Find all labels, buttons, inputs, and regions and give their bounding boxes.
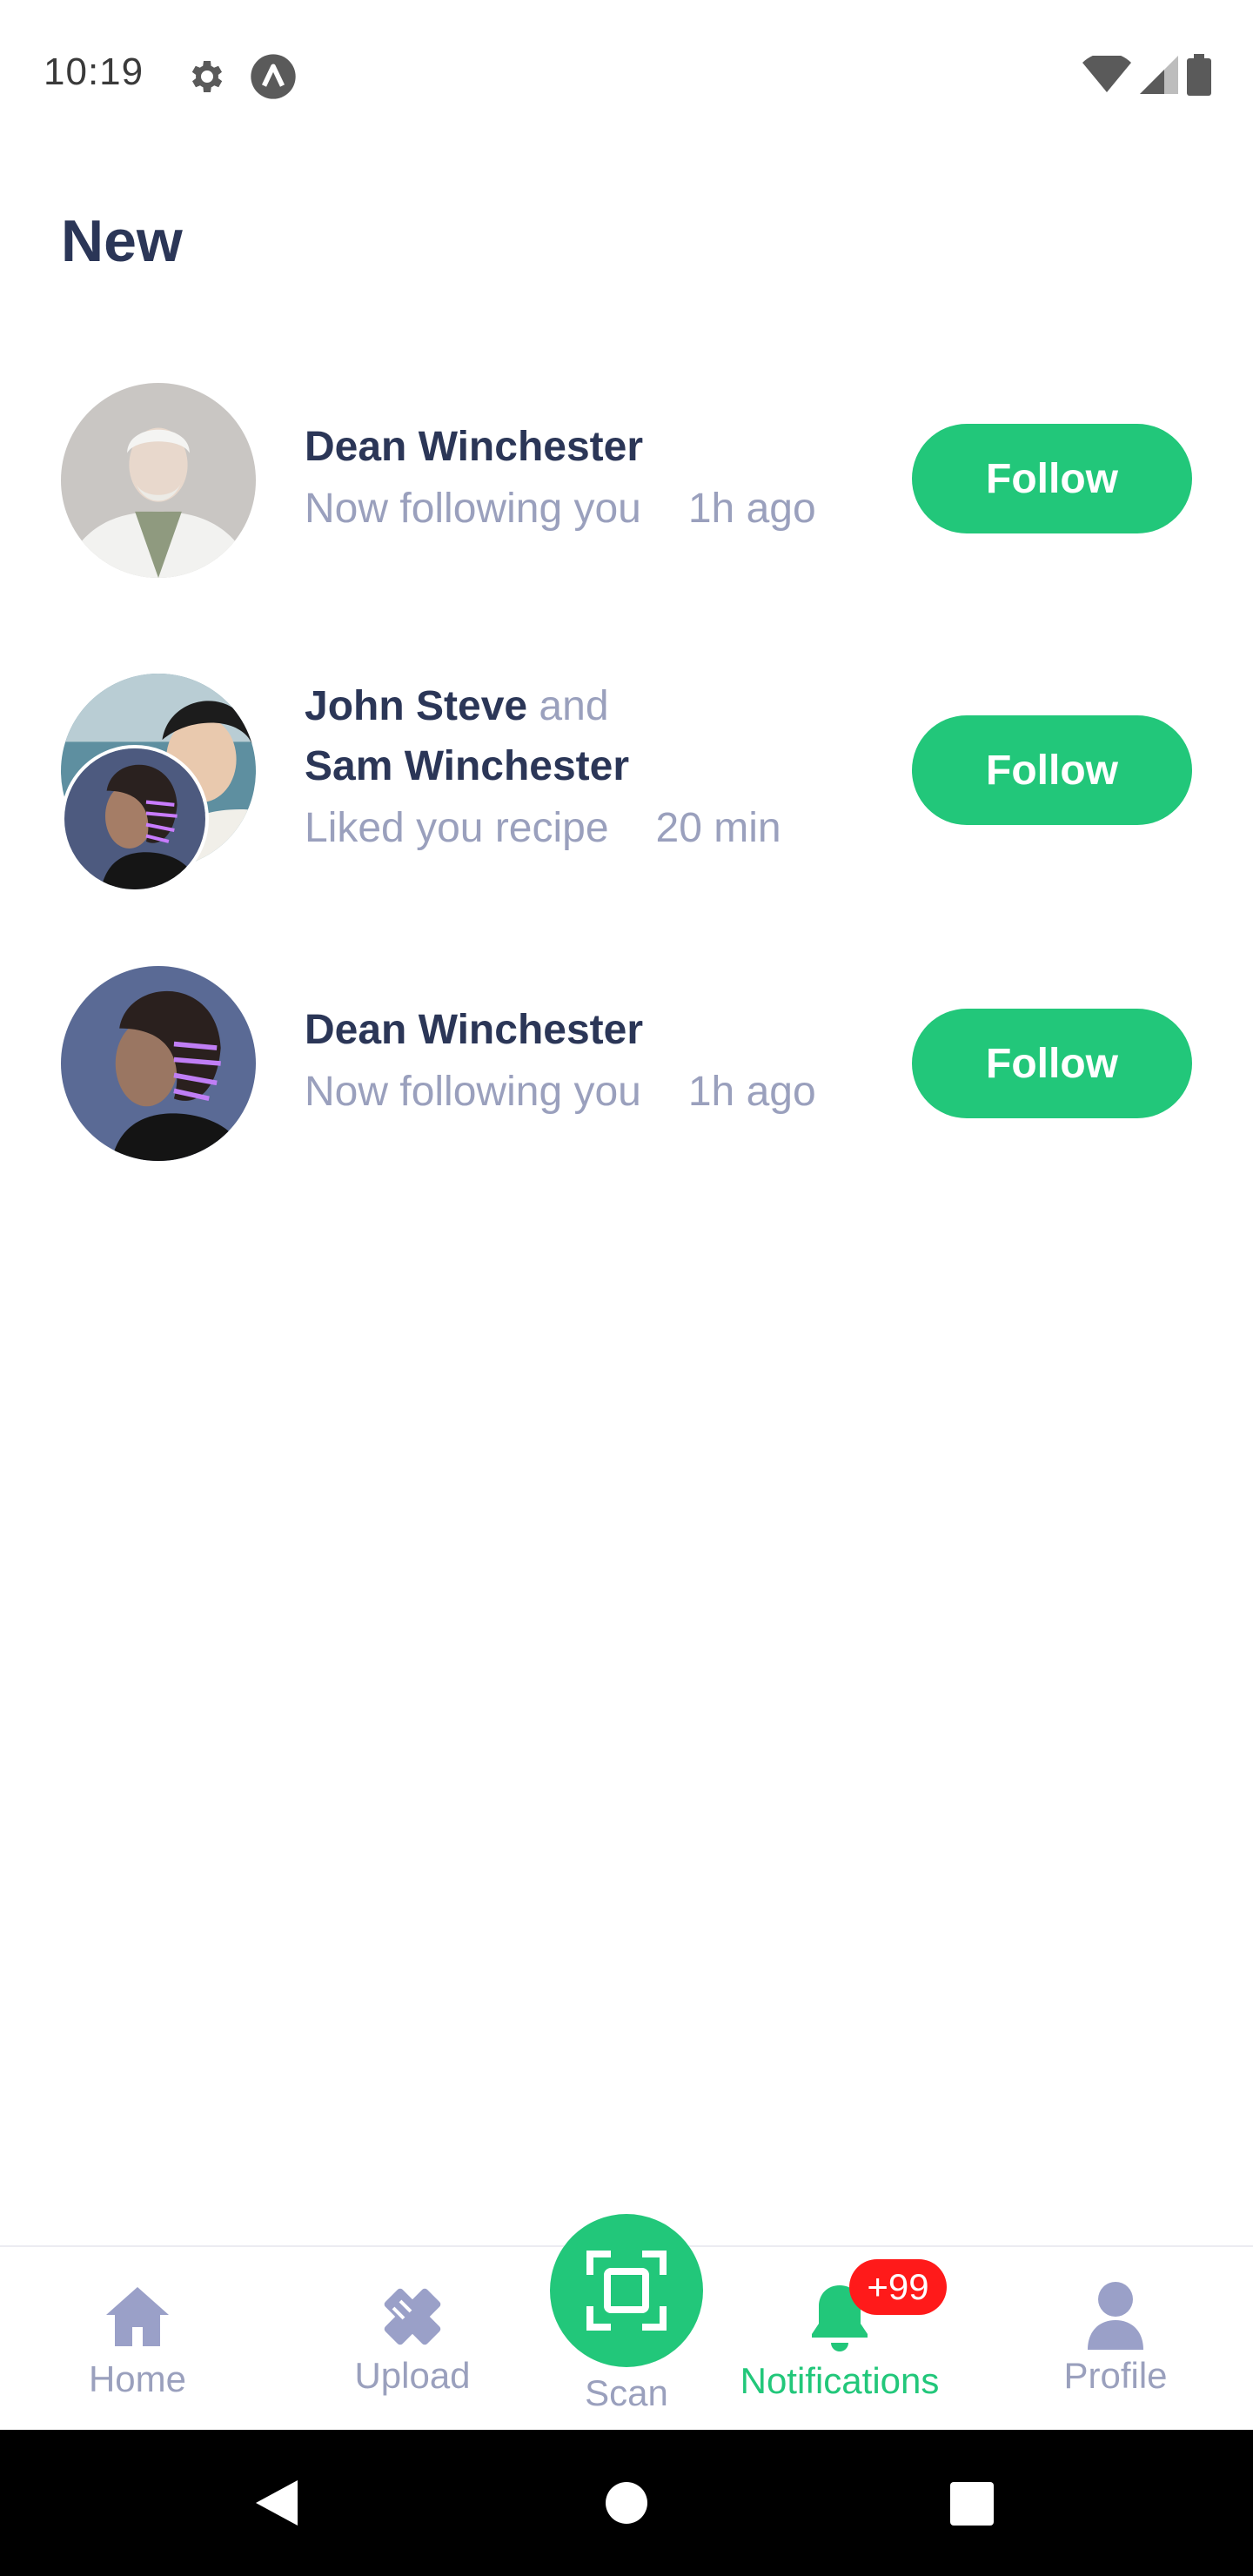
status-time: 10:19 — [44, 50, 144, 93]
nav-label: Profile — [1063, 2355, 1168, 2396]
avatar[interactable] — [61, 966, 256, 1161]
gear-icon — [191, 61, 223, 92]
user-name[interactable]: John Steve — [305, 683, 527, 729]
notification-time: 1h ago — [687, 486, 816, 532]
user-name[interactable]: Sam Winchester — [305, 743, 629, 789]
notification-action: Now following you — [305, 486, 641, 532]
notification-action: Liked you recipe — [305, 805, 609, 851]
app-icon — [251, 54, 296, 99]
battery-icon — [1187, 54, 1211, 96]
notification-item: Dean Winchester Now following you 1h ago … — [0, 957, 1253, 1175]
avatar[interactable] — [61, 383, 256, 578]
nav-label: Home — [88, 2358, 187, 2399]
nav-home[interactable]: Home — [52, 2247, 223, 2432]
nav-profile[interactable]: Profile — [1035, 2247, 1196, 2432]
status-bar: 10:19 — [0, 0, 1253, 148]
follow-button[interactable]: Follow — [912, 715, 1192, 825]
notification-badge: +99 — [849, 2259, 947, 2315]
notification-time: 20 min — [655, 805, 781, 851]
signal-icon — [1140, 56, 1178, 94]
follow-button[interactable]: Follow — [912, 424, 1192, 533]
notification-action: Now following you — [305, 1069, 641, 1115]
nav-label: Upload — [354, 2355, 471, 2396]
back-icon[interactable] — [252, 2477, 301, 2529]
home-circle-icon[interactable] — [604, 2480, 649, 2526]
scan-icon — [586, 2251, 667, 2331]
user-name[interactable]: Dean Winchester — [305, 424, 643, 470]
nav-upload[interactable]: Upload — [331, 2247, 494, 2432]
nav-label: Scan — [585, 2372, 668, 2413]
upload-icon — [384, 2288, 441, 2345]
notification-time: 1h ago — [687, 1069, 816, 1115]
wifi-icon — [1082, 56, 1131, 92]
avatar[interactable] — [61, 745, 209, 893]
status-right — [1082, 54, 1211, 96]
notification-item: Dean Winchester Now following you 1h ago … — [0, 374, 1253, 592]
system-nav-bar — [0, 2430, 1253, 2576]
scan-button[interactable] — [550, 2214, 703, 2367]
nav-label: Notifications — [740, 2360, 940, 2401]
user-name[interactable]: Dean Winchester — [305, 1007, 643, 1053]
profile-icon — [1088, 2282, 1143, 2350]
home-icon — [106, 2287, 169, 2346]
follow-button[interactable]: Follow — [912, 1009, 1192, 1118]
section-title: New — [61, 208, 183, 274]
recents-icon[interactable] — [948, 2480, 995, 2527]
conjunction: and — [539, 683, 609, 729]
notification-item: John Steve and Sam Winchester Liked you … — [0, 661, 1253, 922]
